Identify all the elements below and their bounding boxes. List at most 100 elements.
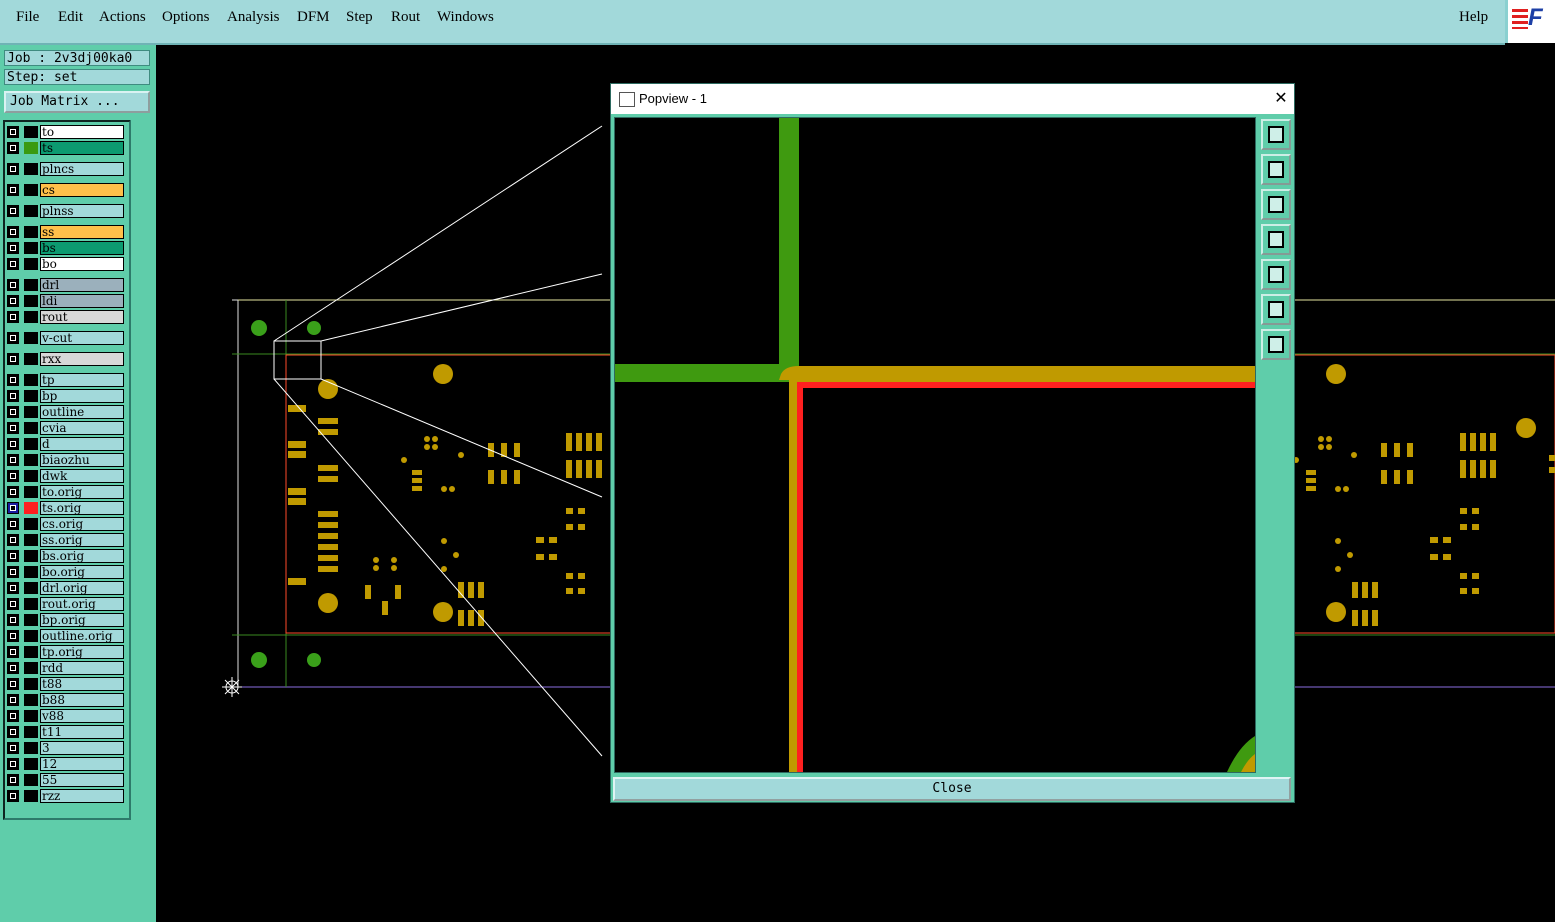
- layer-name[interactable]: drl.orig: [40, 581, 124, 595]
- menu-windows[interactable]: Windows: [437, 9, 494, 26]
- job-matrix-button[interactable]: Job Matrix ...: [4, 91, 150, 113]
- layer-name[interactable]: ts: [40, 141, 124, 155]
- layer-checkbox[interactable]: [7, 726, 19, 738]
- menu-dfm[interactable]: DFM: [297, 9, 330, 26]
- layer-checkbox[interactable]: [7, 646, 19, 658]
- layer-color-swatch[interactable]: [24, 454, 38, 466]
- layer-color-swatch[interactable]: [24, 614, 38, 626]
- layer-name[interactable]: biaozhu: [40, 453, 124, 467]
- layer-color-swatch[interactable]: [24, 710, 38, 722]
- layer-checkbox[interactable]: [7, 142, 19, 154]
- layer-checkbox[interactable]: [7, 774, 19, 786]
- layer-checkbox[interactable]: [7, 630, 19, 642]
- layer-name[interactable]: ss.orig: [40, 533, 124, 547]
- layer-color-swatch[interactable]: [24, 630, 38, 642]
- layer-color-swatch[interactable]: [24, 311, 38, 323]
- layer-row-b88[interactable]: b88: [6, 693, 124, 707]
- layer-row-v88[interactable]: v88: [6, 709, 124, 723]
- layer-name[interactable]: plnss: [40, 204, 124, 218]
- layer-color-swatch[interactable]: [24, 353, 38, 365]
- move-right-button[interactable]: [1261, 259, 1291, 290]
- layer-name[interactable]: outline.orig: [40, 629, 124, 643]
- layer-color-swatch[interactable]: [24, 374, 38, 386]
- layer-checkbox[interactable]: [7, 534, 19, 546]
- layer-checkbox[interactable]: [7, 332, 19, 344]
- layer-color-swatch[interactable]: [24, 534, 38, 546]
- layer-color-swatch[interactable]: [24, 566, 38, 578]
- layer-row-ldi[interactable]: ldi: [6, 294, 124, 308]
- layer-name[interactable]: ss: [40, 225, 124, 239]
- layer-row-ts[interactable]: ts: [6, 141, 124, 155]
- layer-checkbox[interactable]: [7, 226, 19, 238]
- layer-checkbox[interactable]: [7, 184, 19, 196]
- layer-checkbox[interactable]: [7, 566, 19, 578]
- layer-name[interactable]: t88: [40, 677, 124, 691]
- layer-row-bs[interactable]: bs: [6, 241, 124, 255]
- layer-checkbox[interactable]: [7, 502, 19, 514]
- layer-row-rzz[interactable]: rzz: [6, 789, 124, 803]
- layer-checkbox[interactable]: [7, 614, 19, 626]
- layer-row-tp[interactable]: tp: [6, 373, 124, 387]
- layer-color-swatch[interactable]: [24, 502, 38, 514]
- layer-checkbox[interactable]: [7, 790, 19, 802]
- layer-name[interactable]: v-cut: [40, 331, 124, 345]
- layer-row-cs[interactable]: cs: [6, 183, 124, 197]
- layer-color-swatch[interactable]: [24, 518, 38, 530]
- layer-checkbox[interactable]: [7, 242, 19, 254]
- layer-row-bp-orig[interactable]: bp.orig: [6, 613, 124, 627]
- close-button[interactable]: Close: [613, 777, 1291, 801]
- layer-name[interactable]: rdd: [40, 661, 124, 675]
- layer-color-swatch[interactable]: [24, 390, 38, 402]
- layer-checkbox[interactable]: [7, 406, 19, 418]
- layer-checkbox[interactable]: [7, 438, 19, 450]
- layer-checkbox[interactable]: [7, 258, 19, 270]
- layer-row-55[interactable]: 55: [6, 773, 124, 787]
- layer-checkbox[interactable]: [7, 486, 19, 498]
- layer-checkbox[interactable]: [7, 163, 19, 175]
- layer-color-swatch[interactable]: [24, 694, 38, 706]
- layer-name[interactable]: rout: [40, 310, 124, 324]
- layer-checkbox[interactable]: [7, 742, 19, 754]
- layer-name[interactable]: 12: [40, 757, 124, 771]
- layer-color-swatch[interactable]: [24, 550, 38, 562]
- layer-color-swatch[interactable]: [24, 258, 38, 270]
- layer-color-swatch[interactable]: [24, 662, 38, 674]
- layer-row-ts-orig[interactable]: ts.orig: [6, 501, 124, 515]
- layer-row-ss-orig[interactable]: ss.orig: [6, 533, 124, 547]
- layer-name[interactable]: rxx: [40, 352, 124, 366]
- layer-name[interactable]: bp: [40, 389, 124, 403]
- layer-row-rout[interactable]: rout: [6, 310, 124, 324]
- layer-color-swatch[interactable]: [24, 726, 38, 738]
- layer-name[interactable]: outline: [40, 405, 124, 419]
- layer-row-t88[interactable]: t88: [6, 677, 124, 691]
- layer-row-dwk[interactable]: dwk: [6, 469, 124, 483]
- layer-name[interactable]: ts.orig: [40, 501, 124, 515]
- layer-checkbox[interactable]: [7, 662, 19, 674]
- layer-checkbox[interactable]: [7, 422, 19, 434]
- layer-row-bs-orig[interactable]: bs.orig: [6, 549, 124, 563]
- layer-name[interactable]: to: [40, 125, 124, 139]
- zoom-fit-button[interactable]: [1261, 294, 1291, 325]
- layer-name[interactable]: plncs: [40, 162, 124, 176]
- layer-name[interactable]: tp: [40, 373, 124, 387]
- layer-color-swatch[interactable]: [24, 295, 38, 307]
- layer-name[interactable]: v88: [40, 709, 124, 723]
- layer-row-12[interactable]: 12: [6, 757, 124, 771]
- layer-row-bo-orig[interactable]: bo.orig: [6, 565, 124, 579]
- layer-checkbox[interactable]: [7, 390, 19, 402]
- layer-checkbox[interactable]: [7, 694, 19, 706]
- layer-row-plnss[interactable]: plnss: [6, 204, 124, 218]
- layer-row-to-orig[interactable]: to.orig: [6, 485, 124, 499]
- layer-row-outline-orig[interactable]: outline.orig: [6, 629, 124, 643]
- layer-color-swatch[interactable]: [24, 142, 38, 154]
- layer-name[interactable]: rout.orig: [40, 597, 124, 611]
- layer-name[interactable]: ldi: [40, 294, 124, 308]
- layer-row-biaozhu[interactable]: biaozhu: [6, 453, 124, 467]
- layer-color-swatch[interactable]: [24, 126, 38, 138]
- popview-canvas[interactable]: [614, 117, 1256, 773]
- layer-checkbox[interactable]: [7, 598, 19, 610]
- layer-row-outline[interactable]: outline: [6, 405, 124, 419]
- layer-row-bo[interactable]: bo: [6, 257, 124, 271]
- layer-checkbox[interactable]: [7, 374, 19, 386]
- layer-color-swatch[interactable]: [24, 242, 38, 254]
